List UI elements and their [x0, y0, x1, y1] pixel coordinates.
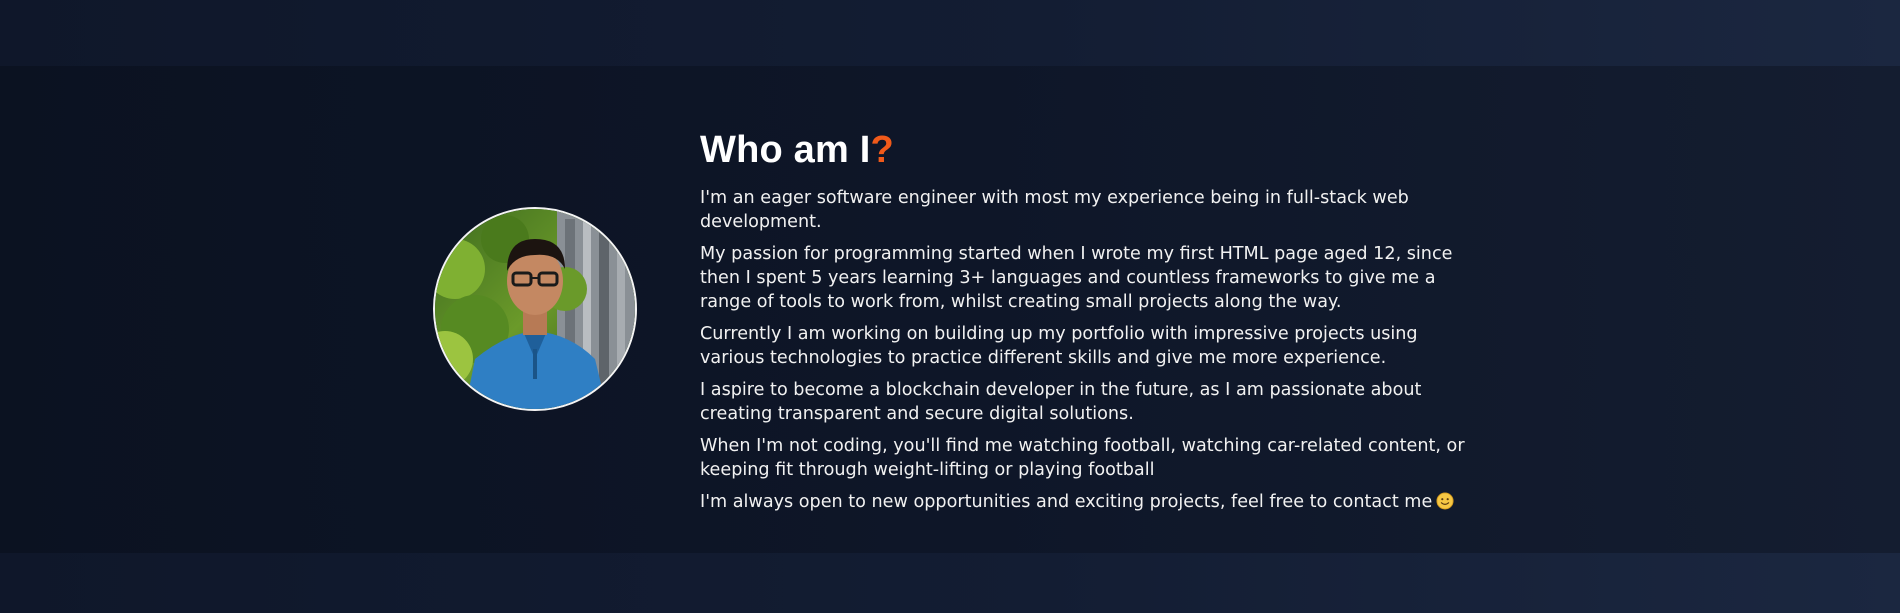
section-title: Who am I?	[700, 124, 1480, 176]
profile-photo-image	[435, 209, 635, 409]
bio-paragraph: Currently I am working on building up my…	[700, 324, 1418, 368]
slightly-smiling-face-icon	[1436, 492, 1454, 510]
section-title-accent: ?	[870, 129, 894, 171]
bio-paragraph: I'm an eager software engineer with most…	[700, 188, 1409, 232]
about-section: Who am I? I'm an eager software engineer…	[0, 66, 1900, 553]
bio-text: I'm an eager software engineer with most…	[700, 186, 1480, 514]
bio-paragraph: When I'm not coding, you'll find me watc…	[700, 436, 1465, 480]
section-title-text: Who am I	[700, 129, 871, 171]
bio-paragraph-last: I'm always open to new opportunities and…	[700, 490, 1480, 514]
bio-paragraph-text: I'm always open to new opportunities and…	[700, 492, 1433, 512]
about-content: Who am I? I'm an eager software engineer…	[700, 124, 1480, 522]
bio-paragraph: I aspire to become a blockchain develope…	[700, 380, 1422, 424]
profile-photo	[433, 207, 637, 411]
bio-paragraph: My passion for programming started when …	[700, 244, 1453, 312]
